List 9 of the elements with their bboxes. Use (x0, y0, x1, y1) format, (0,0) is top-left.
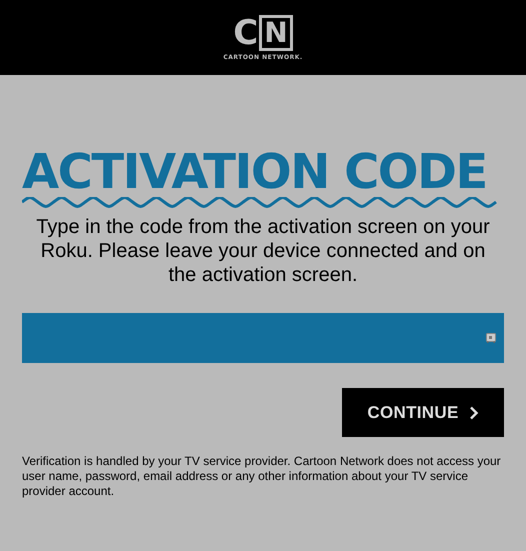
logo-letter: N (259, 14, 293, 50)
logo-letter: C (233, 16, 258, 50)
chevron-right-icon (468, 406, 479, 420)
continue-button[interactable]: CONTINUE (342, 388, 504, 437)
page-title: ACTIVATION CODE (22, 147, 487, 197)
instructions-text: Type in the code from the activation screen on your Roku. Please leave your device connected and on the activation screen. (35, 215, 491, 287)
autofill-icon[interactable] (486, 333, 496, 343)
disclaimer-text: Verification is handled by your TV service provider. Cartoon Network does not access your user name, password, email address or any other information about your TV service provider account. (22, 454, 502, 499)
code-input-field[interactable] (22, 313, 504, 363)
